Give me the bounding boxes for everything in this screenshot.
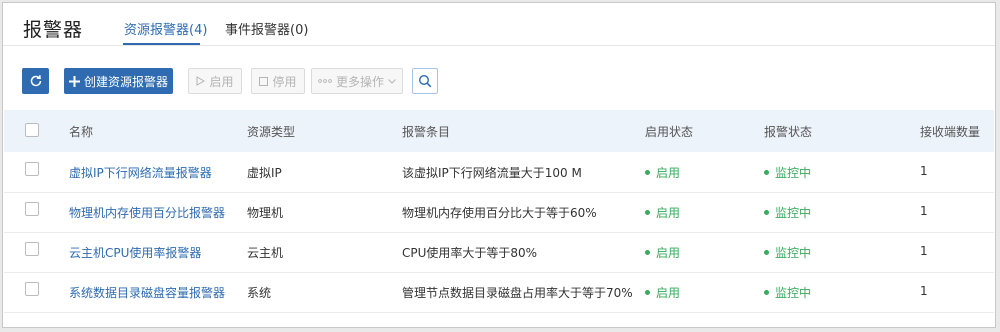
receiver-count-cell: 1 [920,204,928,218]
enable-status-cell: 启用 [645,204,680,221]
receiver-count-cell: 1 [920,284,928,298]
play-icon [196,76,206,86]
alarm-name-link[interactable]: 虚拟IP下行网络流量报警器 [69,164,212,181]
alarm-status-text: 监控中 [775,166,812,180]
enable-status-cell: 启用 [645,164,680,181]
resource-type-cell: 物理机 [247,206,284,220]
alarm-name-link[interactable]: 物理机内存使用百分比报警器 [69,204,225,221]
alarm-condition-cell: CPU使用率大于等于80% [402,246,538,260]
enable-button[interactable]: 启用 [188,68,242,94]
table-header [4,110,994,152]
row-checkbox[interactable] [25,282,39,296]
resource-type-cell: 虚拟IP [247,166,282,180]
resource-type-cell: 云主机 [247,246,284,260]
alarm-condition-cell: 管理节点数据目录磁盘占用率大于等于70% [402,286,633,300]
alarm-name-link[interactable]: 云主机CPU使用率报警器 [69,244,201,261]
resource-type-cell: 系统 [247,286,272,300]
enable-status-text: 启用 [656,166,681,180]
status-dot [764,290,769,295]
enable-status-cell: 启用 [645,284,680,301]
header-enable-status[interactable]: 启用状态 [645,123,693,140]
page-title: 报警器 [23,19,84,41]
alarm-panel: 报警器 资源报警器(4) 事件报警器(0) 创建资源报警器 启用 停用 更多操作… [2,2,996,328]
enable-label: 启用 [209,74,234,89]
search-icon [418,74,432,88]
alarm-name-link[interactable]: 系统数据目录磁盘容量报警器 [69,284,225,301]
create-resource-alarm-label: 创建资源报警器 [83,74,168,89]
status-dot [645,210,650,215]
disable-button[interactable]: 停用 [251,68,305,94]
more-actions-dropdown[interactable]: 更多操作 [311,68,403,94]
refresh-button[interactable] [22,68,49,94]
enable-status-cell: 启用 [645,244,680,261]
chevron-down-icon [388,78,396,84]
enable-status-text: 启用 [656,246,681,260]
more-dots-icon [318,79,332,83]
alarm-status-cell: 监控中 [764,244,811,261]
stop-icon [259,76,269,86]
create-resource-alarm-button[interactable]: 创建资源报警器 [64,68,173,94]
enable-status-text: 启用 [656,206,681,220]
receiver-count-cell: 1 [920,164,928,178]
header-alarm-condition[interactable]: 报警条目 [402,123,450,140]
status-dot [764,250,769,255]
refresh-icon [30,75,41,87]
alarm-condition-cell: 该虚拟IP下行网络流量大于100 M [402,166,582,180]
status-dot [645,250,650,255]
alarm-status-cell: 监控中 [764,284,811,301]
alarm-condition-cell: 物理机内存使用百分比大于等于60% [402,206,597,220]
enable-status-text: 启用 [656,286,681,300]
select-all-checkbox[interactable] [25,123,39,137]
receiver-count-cell: 1 [920,244,928,258]
plus-icon [68,75,80,87]
row-checkbox[interactable] [25,242,39,256]
alarm-status-text: 监控中 [775,286,812,300]
header-resource-type[interactable]: 资源类型 [247,123,295,140]
tab-resource-alarms[interactable]: 资源报警器(4) [124,19,207,38]
disable-label: 停用 [272,74,297,89]
status-dot [764,210,769,215]
header-receiver-count[interactable]: 接收端数量 [920,123,980,140]
alarm-status-text: 监控中 [775,206,812,220]
search-button[interactable] [412,68,438,94]
header-name[interactable]: 名称 [69,123,93,140]
row-checkbox[interactable] [25,202,39,216]
status-dot [645,170,650,175]
status-dot [645,290,650,295]
alarm-status-text: 监控中 [775,246,812,260]
alarm-status-cell: 监控中 [764,164,811,181]
tab-divider [3,45,995,46]
more-actions-label: 更多操作 [335,74,384,89]
header-alarm-status[interactable]: 报警状态 [764,123,812,140]
row-checkbox[interactable] [25,162,39,176]
alarm-status-cell: 监控中 [764,204,811,221]
status-dot [764,170,769,175]
tab-event-alarms[interactable]: 事件报警器(0) [225,19,308,38]
